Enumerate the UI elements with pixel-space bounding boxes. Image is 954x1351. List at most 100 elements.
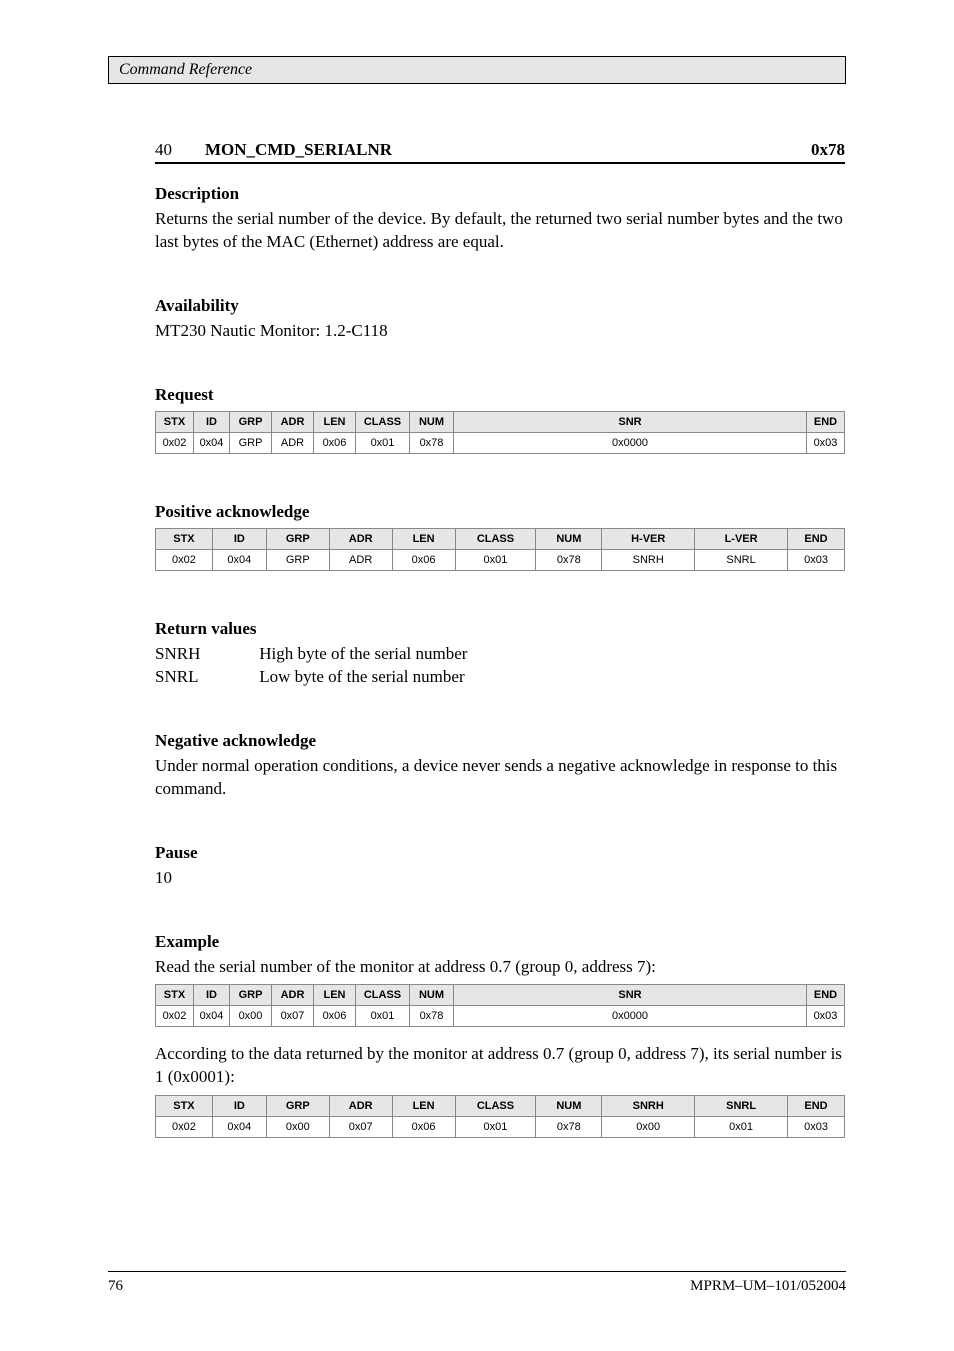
return-label: Return values — [155, 619, 845, 639]
th: SNRH — [602, 1096, 695, 1117]
th: STX — [156, 985, 194, 1006]
th: SNR — [454, 985, 807, 1006]
th: STX — [156, 411, 194, 432]
th: END — [788, 1096, 845, 1117]
td: ADR — [329, 549, 392, 570]
command-number: 40 — [155, 140, 205, 160]
td: 0x0000 — [454, 432, 807, 453]
example-label: Example — [155, 932, 845, 952]
description-label: Description — [155, 184, 845, 204]
example-table-2: STX ID GRP ADR LEN CLASS NUM SNRH SNRL E… — [155, 1095, 845, 1138]
pause-label: Pause — [155, 843, 845, 863]
th: LEN — [392, 1096, 455, 1117]
footer-page: 76 — [108, 1278, 123, 1295]
request-label: Request — [155, 385, 845, 405]
td: 0x00 — [230, 1006, 272, 1027]
td: 0x00 — [602, 1117, 695, 1138]
td: 0x06 — [392, 549, 455, 570]
td: 0x01 — [455, 1117, 536, 1138]
th: STX — [156, 1096, 213, 1117]
th: GRP — [230, 411, 272, 432]
th: ID — [194, 411, 230, 432]
th: ID — [212, 1096, 266, 1117]
th: GRP — [230, 985, 272, 1006]
th: SNRL — [695, 1096, 788, 1117]
td: ADR — [272, 432, 314, 453]
page-content: 40 MON_CMD_SERIALNR 0x78 Description Ret… — [155, 140, 845, 1144]
th: LEN — [314, 985, 356, 1006]
td: 0x01 — [356, 432, 410, 453]
td: 0x03 — [807, 432, 845, 453]
td: 0x06 — [392, 1117, 455, 1138]
th: ADR — [329, 1096, 392, 1117]
td: SNRL — [695, 549, 788, 570]
negack-label: Negative acknowledge — [155, 731, 845, 751]
td: 0x03 — [807, 1006, 845, 1027]
th: SNR — [454, 411, 807, 432]
th: ID — [212, 528, 266, 549]
th: STX — [156, 528, 213, 549]
td: 0x04 — [194, 1006, 230, 1027]
footer-doc: MPRM–UM–101/052004 — [690, 1278, 846, 1295]
td: 0x0000 — [454, 1006, 807, 1027]
page-footer: 76 MPRM–UM–101/052004 — [108, 1271, 846, 1295]
posack-table: STX ID GRP ADR LEN CLASS NUM H-VER L-VER… — [155, 528, 845, 571]
td: 0x06 — [314, 1006, 356, 1027]
td: 0x01 — [356, 1006, 410, 1027]
th: H-VER — [602, 528, 695, 549]
th: CLASS — [356, 411, 410, 432]
td: 0x04 — [212, 549, 266, 570]
page-header: Command Reference — [108, 56, 846, 84]
th: GRP — [266, 1096, 329, 1117]
th: ADR — [329, 528, 392, 549]
td: 0x02 — [156, 1006, 194, 1027]
page-header-text: Command Reference — [119, 61, 252, 79]
th: END — [788, 528, 845, 549]
th: LEN — [392, 528, 455, 549]
th: LEN — [314, 411, 356, 432]
return-row-0: SNRH High byte of the serial number — [155, 643, 845, 666]
command-name: MON_CMD_SERIALNR — [205, 140, 775, 160]
td: 0x78 — [536, 549, 602, 570]
th: ADR — [272, 411, 314, 432]
th: NUM — [410, 411, 454, 432]
th: NUM — [536, 528, 602, 549]
th: CLASS — [356, 985, 410, 1006]
th: CLASS — [455, 1096, 536, 1117]
posack-label: Positive acknowledge — [155, 502, 845, 522]
return-desc: High byte of the serial number — [259, 644, 467, 663]
td: 0x02 — [156, 1117, 213, 1138]
th: CLASS — [455, 528, 536, 549]
negack-text: Under normal operation conditions, a dev… — [155, 755, 845, 801]
td: 0x00 — [266, 1117, 329, 1138]
td: 0x04 — [212, 1117, 266, 1138]
td: 0x06 — [314, 432, 356, 453]
availability-label: Availability — [155, 296, 845, 316]
th: NUM — [536, 1096, 602, 1117]
td: GRP — [230, 432, 272, 453]
td: 0x02 — [156, 549, 213, 570]
description-text: Returns the serial number of the device.… — [155, 208, 845, 254]
td: 0x07 — [272, 1006, 314, 1027]
td: 0x04 — [194, 432, 230, 453]
return-name: SNRH — [155, 643, 255, 666]
availability-text: MT230 Nautic Monitor: 1.2-C118 — [155, 320, 845, 343]
th: END — [807, 411, 845, 432]
th: GRP — [266, 528, 329, 549]
return-row-1: SNRL Low byte of the serial number — [155, 666, 845, 689]
td: 0x78 — [410, 1006, 454, 1027]
pause-value: 10 — [155, 867, 845, 890]
td: 0x78 — [536, 1117, 602, 1138]
example-text2: According to the data returned by the mo… — [155, 1043, 845, 1089]
th: END — [807, 985, 845, 1006]
td: 0x01 — [695, 1117, 788, 1138]
th: ID — [194, 985, 230, 1006]
td: SNRH — [602, 549, 695, 570]
th: ADR — [272, 985, 314, 1006]
th: NUM — [410, 985, 454, 1006]
request-table: STX ID GRP ADR LEN CLASS NUM SNR END 0x0… — [155, 411, 845, 454]
td: 0x03 — [788, 549, 845, 570]
return-name: SNRL — [155, 666, 255, 689]
command-header: 40 MON_CMD_SERIALNR 0x78 — [155, 140, 845, 164]
td: 0x01 — [455, 549, 536, 570]
